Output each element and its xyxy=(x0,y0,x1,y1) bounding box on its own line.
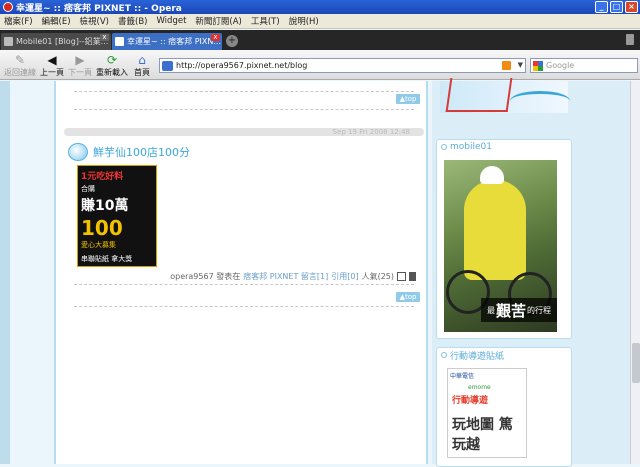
close-button[interactable]: × xyxy=(625,1,638,13)
search-placeholder: Google xyxy=(546,61,575,70)
edit-icon[interactable] xyxy=(397,272,406,281)
post-title-link[interactable]: 鮮芋仙100店100分 xyxy=(93,144,190,160)
caption-text: 的行程 xyxy=(527,305,551,315)
scrollbar-thumb[interactable] xyxy=(632,343,640,383)
title-bar: 幸運星~ :: 痞客邦 PIXNET :: - Opera _ □ × xyxy=(0,0,640,14)
site-icon xyxy=(162,60,173,71)
menu-feeds[interactable]: 新聞訂閱(A) xyxy=(195,15,241,27)
menu-view[interactable]: 檢視(V) xyxy=(80,15,109,27)
divider xyxy=(74,109,414,110)
caption-text: 最 xyxy=(486,305,495,315)
sticker-title: 行動導遊 xyxy=(452,396,489,406)
ad-line: 愛心大募集 xyxy=(81,241,116,249)
tab-label: 幸運星~ :: 痞客邦 PIXN... xyxy=(127,37,221,46)
opera-icon xyxy=(3,2,13,12)
sticker-line: emome xyxy=(468,384,491,391)
tab-pixnet[interactable]: 幸運星~ :: 痞客邦 PIXN... x xyxy=(112,33,222,50)
page-left-margin xyxy=(0,81,10,464)
helmet-shape xyxy=(480,166,504,184)
comment-link[interactable]: 痞客邦 PIXNET 留言[1] xyxy=(243,271,328,282)
back-list-button[interactable]: ✎ 返回連線 xyxy=(4,52,36,78)
menu-tools[interactable]: 工具(T) xyxy=(251,15,280,27)
forward-arrow-icon: ▶ xyxy=(75,52,85,67)
trash-icon[interactable] xyxy=(626,34,634,45)
rider-shape xyxy=(464,180,526,280)
chevron-down-icon[interactable]: ▼ xyxy=(518,61,523,69)
post-meta: opera9567 發表在 痞客邦 PIXNET 留言[1] 引用[0] 人氣(… xyxy=(170,271,416,282)
minimize-button[interactable]: _ xyxy=(595,1,608,13)
menu-bookmarks[interactable]: 書籤(B) xyxy=(118,15,147,27)
menu-file[interactable]: 檔案(F) xyxy=(4,15,33,27)
menu-edit[interactable]: 編輯(E) xyxy=(42,15,71,27)
reload-button[interactable]: ⟳ 重新載入 xyxy=(96,52,128,78)
top-button[interactable]: ▲top xyxy=(396,94,420,104)
mobile-guide-panel: 行動導遊貼紙 中華電信 emome 行動導遊 玩地圖 篤玩越 xyxy=(436,347,572,467)
map-wave xyxy=(510,91,570,111)
sidebar: mobile01 最 艱苦 的行程 行動導遊貼紙 中華電信 emome 行動導遊… xyxy=(432,78,640,467)
view-count: 人氣(25) xyxy=(361,272,394,281)
map-shape xyxy=(445,78,513,112)
ad-line: 100 xyxy=(81,216,123,240)
ad-line: 串聯貼紙 拿大獎 xyxy=(81,255,133,263)
menu-widget[interactable]: Widget xyxy=(156,16,186,26)
back-button[interactable]: ◀ 上一頁 xyxy=(40,52,64,78)
mobile01-panel: mobile01 最 艱苦 的行程 xyxy=(436,139,572,339)
panel-header: mobile01 xyxy=(437,140,571,154)
home-icon: ⌂ xyxy=(138,52,146,67)
address-bar[interactable]: http://opera9567.pixnet.net/blog ▼ xyxy=(159,58,526,73)
ad-line: 1元吃好料 xyxy=(81,172,124,182)
pen-icon: ✎ xyxy=(14,52,26,67)
bubble-icon xyxy=(68,143,88,161)
divider xyxy=(74,91,414,92)
post-date-bar: Sep 19 Fri 2008 12:48 xyxy=(64,128,424,136)
new-tab-icon[interactable]: + xyxy=(226,35,238,47)
post-title[interactable]: 鮮芋仙100店100分 xyxy=(68,143,190,161)
post-author: opera9567 發表在 xyxy=(170,272,241,281)
sticker-slogan: 玩地圖 篤玩越 xyxy=(452,417,513,453)
top-button[interactable]: ▲top xyxy=(396,292,420,302)
photo-caption: 最 艱苦 的行程 xyxy=(481,298,557,322)
ad-line: 合購 xyxy=(81,185,95,193)
home-button[interactable]: ⌂ 首頁 xyxy=(134,52,150,78)
ad-banner[interactable]: 1元吃好料 合購 賺10萬 100 愛心大募集 串聯貼紙 拿大獎 xyxy=(77,165,157,267)
delete-icon[interactable] xyxy=(409,272,416,281)
reload-icon: ⟳ xyxy=(106,52,118,67)
circle-icon xyxy=(441,144,447,150)
divider xyxy=(74,284,414,285)
search-field[interactable]: Google xyxy=(530,58,638,73)
menu-bar: 檔案(F) 編輯(E) 檢視(V) 書籤(B) Widget 新聞訂閱(A) 工… xyxy=(0,14,640,29)
ad-line: 賺10萬 xyxy=(81,198,129,214)
maximize-button[interactable]: □ xyxy=(610,1,623,13)
scrollbar[interactable] xyxy=(630,81,640,464)
divider xyxy=(74,306,414,307)
circle-icon xyxy=(441,352,447,358)
forward-button[interactable]: ▶ 下一頁 xyxy=(68,52,92,78)
page-icon xyxy=(4,37,13,46)
tab-bar: Mobile01 [Blog]--鋁業... x 幸運星~ :: 痞客邦 PIX… xyxy=(0,30,640,50)
panel-title: mobile01 xyxy=(450,142,492,152)
window-controls: _ □ × xyxy=(595,1,638,13)
guide-sticker[interactable]: 中華電信 emome 行動導遊 玩地圖 篤玩越 xyxy=(447,368,527,458)
address-url: http://opera9567.pixnet.net/blog xyxy=(176,61,308,70)
caption-big: 艱苦 xyxy=(495,301,526,320)
rss-icon[interactable] xyxy=(502,61,511,70)
map-banner[interactable] xyxy=(440,78,570,113)
page-icon xyxy=(115,37,124,46)
menu-help[interactable]: 說明(H) xyxy=(289,15,319,27)
trackback-link[interactable]: 引用[0] xyxy=(331,271,358,282)
cyclist-photo[interactable]: 最 艱苦 的行程 xyxy=(444,160,557,332)
google-icon xyxy=(533,60,543,71)
tab-mobile01[interactable]: Mobile01 [Blog]--鋁業... x xyxy=(1,33,111,50)
back-arrow-icon: ◀ xyxy=(47,52,57,67)
window-title: 幸運星~ :: 痞客邦 PIXNET :: - Opera xyxy=(16,3,182,14)
tab-close-icon[interactable]: x xyxy=(211,34,220,41)
panel-header: 行動導遊貼紙 xyxy=(437,348,571,362)
panel-title: 行動導遊貼紙 xyxy=(450,351,505,362)
sticker-brand: 中華電信 xyxy=(450,373,475,380)
tab-label: Mobile01 [Blog]--鋁業... xyxy=(16,37,109,46)
blog-main: ▲top Sep 19 Fri 2008 12:48 鮮芋仙100店100分 1… xyxy=(54,81,428,464)
tab-close-icon[interactable]: x xyxy=(100,34,109,41)
